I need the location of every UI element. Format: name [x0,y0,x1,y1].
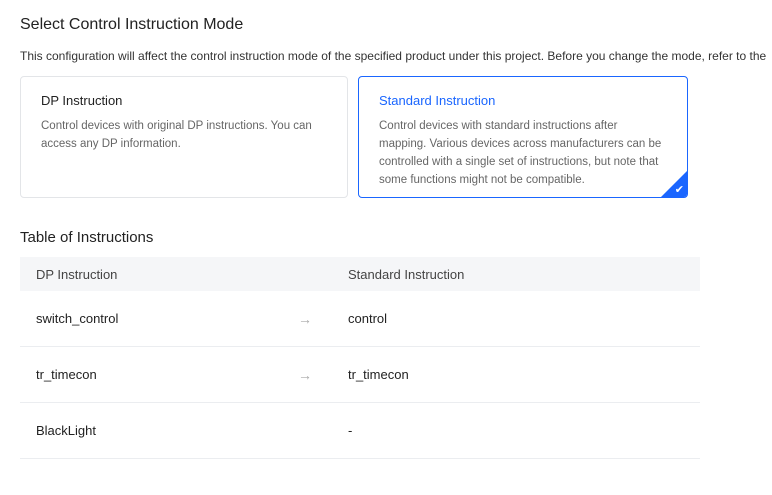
table-title: Table of Instructions [20,229,154,246]
table-row: switch_control → control [20,291,700,347]
card-title: Standard Instruction [379,93,496,108]
table-row: BlackLight - [20,403,700,459]
page-title: Select Control Instruction Mode [20,16,244,33]
header-standard: Standard Instruction [348,266,465,282]
dp-instruction-card[interactable]: DP Instruction Control devices with orig… [20,76,348,198]
card-text: Control devices with standard instructio… [379,120,662,186]
table-header: DP Instruction Standard Instruction [20,257,700,291]
standard-instruction-card[interactable]: Standard Instruction Control devices wit… [358,76,688,198]
arrow-right-icon: → [298,366,312,383]
standard-cell: control [348,311,388,326]
header-dp: DP Instruction [36,266,118,282]
standard-cell: - [348,423,353,438]
card-title: DP Instruction [41,93,123,108]
standard-cell: tr_timecon [348,367,409,382]
dp-cell: switch_control [36,311,119,326]
table-row: tr_timecon → tr_timecon [20,347,700,403]
instructions-table: DP Instruction Standard Instruction swit… [20,257,700,459]
description: This configuration will affect the contr… [20,49,767,63]
dp-cell: tr_timecon [36,367,97,382]
arrow-right-icon: → [298,310,312,327]
dp-cell: BlackLight [36,423,96,438]
card-text: Control devices with original DP instruc… [41,120,312,150]
selected-check-icon: ✔ [661,171,687,197]
